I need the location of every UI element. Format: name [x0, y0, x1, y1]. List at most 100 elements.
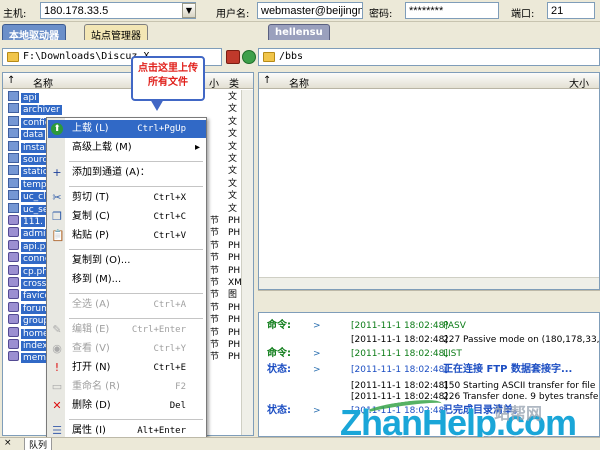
menu-item[interactable]: 📋 粘贴 (P) Ctrl+V [48, 227, 206, 245]
col-name[interactable]: 名称 [33, 75, 53, 90]
file-row[interactable]: data [8, 128, 46, 141]
copy-icon: ❐ [52, 210, 62, 223]
file-size: 节 [210, 290, 220, 301]
menu-item-label: 高级上载 (M) [72, 142, 132, 153]
file-type: PH [228, 253, 241, 264]
file-type: 文 [228, 141, 238, 152]
col-name[interactable]: 名称 [289, 75, 309, 90]
port-label: 端口: [511, 9, 535, 20]
close-icon[interactable]: × [4, 438, 12, 448]
log-kind: 状态: [267, 364, 291, 375]
menu-item[interactable]: ◉ 查看 (V) Ctrl+Y [48, 340, 206, 358]
menu-item[interactable]: ❐ 复制 (C) Ctrl+C [48, 208, 206, 226]
remote-path[interactable]: /bbs [258, 48, 600, 66]
host-dropdown-icon[interactable]: ▼ [182, 3, 196, 18]
file-type: 图 [228, 290, 238, 301]
file-type: PH [228, 340, 241, 350]
log-arrow: > [313, 365, 321, 375]
file-row[interactable]: cp.ph [8, 264, 50, 278]
file-name: api.p [21, 241, 48, 252]
col-type[interactable]: 类 [229, 75, 239, 90]
menu-item[interactable]: ✕ 删除 (D) Del [48, 397, 206, 415]
col-size[interactable]: 小 [209, 75, 219, 90]
folder-icon [8, 153, 19, 163]
menu-item[interactable]: 复制到 (O)... [48, 252, 206, 270]
menu-item[interactable]: ▭ 重命名 (R) F2 [48, 378, 206, 396]
menu-item[interactable]: 移到 (M)... [48, 271, 206, 289]
refresh-icon[interactable] [226, 50, 240, 64]
php-file-icon [8, 252, 19, 263]
password-input[interactable]: ******** [405, 2, 499, 19]
menu-item[interactable]: ⬆ 上载 (L) Ctrl+PgUp [48, 120, 206, 138]
tab-queue[interactable]: 队列 [24, 438, 53, 450]
php-file-icon [8, 289, 19, 300]
file-type: 文 [228, 191, 238, 202]
log-timestamp: [2011-11-1 18:02:48] [351, 365, 448, 375]
splitter[interactable] [258, 290, 600, 298]
host-label: 主机: [3, 9, 27, 20]
go-icon[interactable] [242, 50, 256, 64]
file-type: PH [228, 315, 241, 326]
menu-item[interactable]: + 添加到通道 (A)： [48, 164, 206, 182]
php-file-icon [8, 264, 19, 275]
menu-item-label: 上载 (L) [72, 123, 109, 134]
menu-item[interactable]: 高级上载 (M) ▸ [48, 139, 206, 157]
file-size: 节 [210, 327, 220, 338]
port-input[interactable]: 21 [547, 2, 595, 19]
menu-item[interactable]: ✂ 剪切 (T) Ctrl+X [48, 189, 206, 207]
remote-column-header: ↑ 名称 大小 [259, 73, 599, 90]
log-message: PASV [443, 321, 466, 331]
file-row[interactable]: archiver [8, 103, 62, 116]
col-size[interactable]: 大小 [569, 75, 589, 90]
tab-remote-site[interactable]: hellensu [268, 24, 330, 40]
menu-item-shortcut: Ctrl+E [153, 363, 186, 373]
file-row[interactable]: static [8, 165, 50, 178]
sort-arrow-icon: ↑ [7, 75, 16, 86]
file-row[interactable]: 111. [8, 215, 46, 228]
menu-item[interactable]: ✎ 编辑 (E) Ctrl+Enter [48, 321, 206, 339]
log-arrow: > [313, 349, 321, 359]
callout-tail [150, 99, 164, 111]
remote-hscrollbar[interactable] [259, 277, 599, 289]
file-type: PH [228, 216, 241, 226]
file-row[interactable]: cross [8, 277, 49, 290]
log-arrow: > [313, 321, 321, 331]
edit-icon: ✎ [52, 323, 62, 336]
file-size: 节 [210, 265, 220, 276]
menu-item-label: 打开 (N) [72, 362, 111, 373]
log-timestamp: [2011-11-1 18:02:48] [351, 349, 448, 359]
remote-file-pane[interactable]: ↑ 名称 大小 [258, 72, 600, 290]
file-type: PH [228, 302, 241, 313]
view-icon: ◉ [52, 342, 62, 355]
php-file-icon [8, 326, 19, 337]
menu-item[interactable]: 全选 (A) Ctrl+A [48, 296, 206, 314]
log-message: LIST [443, 349, 462, 359]
file-row[interactable]: api.p [8, 239, 48, 253]
local-scrollbar[interactable] [241, 90, 253, 435]
file-row[interactable]: group [8, 314, 52, 327]
menu-separator [69, 293, 203, 294]
cut-icon: ✂ [52, 191, 62, 204]
tab-local-drive[interactable]: 本地驱动器 [2, 24, 66, 42]
menu-item[interactable]: ! 打开 (N) Ctrl+E [48, 359, 206, 377]
user-input[interactable]: webmaster@beijingn [257, 2, 363, 19]
file-type: PH [228, 228, 241, 239]
menu-item-shortcut: F2 [175, 382, 186, 392]
tab-site-manager[interactable]: 站点管理器 [84, 24, 148, 42]
file-row[interactable]: index [8, 339, 50, 352]
file-size: 节 [210, 253, 220, 264]
exclaim-icon: ! [54, 361, 60, 374]
php-file-icon [8, 215, 19, 225]
file-size: 节 [210, 340, 220, 350]
log-kind: 命令: [267, 320, 291, 331]
file-name: data [21, 130, 46, 141]
file-type: 文 [228, 104, 238, 115]
menu-item-shortcut: Ctrl+A [153, 300, 186, 310]
file-size: 节 [210, 278, 220, 288]
file-type: PH [228, 265, 241, 276]
menu-item-shortcut: Ctrl+V [153, 231, 186, 241]
file-row[interactable]: api [8, 91, 39, 104]
folder-icon [8, 103, 19, 114]
menu-separator [69, 318, 203, 319]
host-input[interactable]: 180.178.33.5 [40, 2, 196, 19]
